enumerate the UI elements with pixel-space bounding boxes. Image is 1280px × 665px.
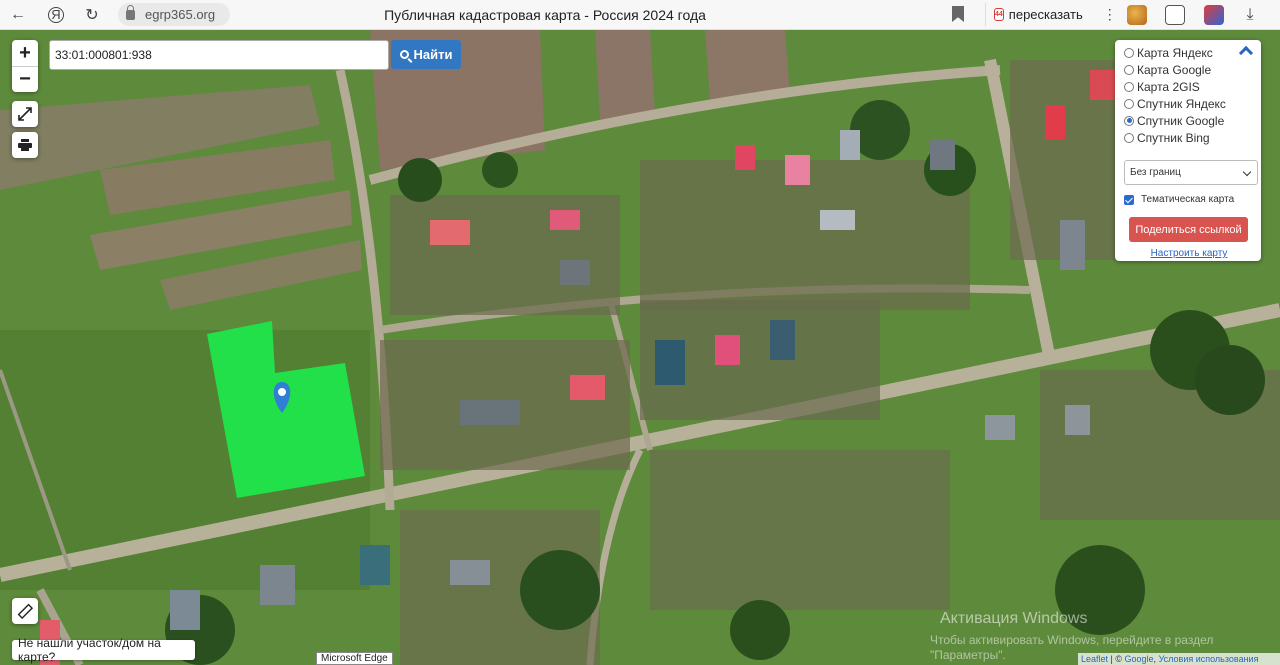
layer-option[interactable]: Спутник Bing bbox=[1124, 129, 1261, 146]
print-button[interactable] bbox=[12, 132, 38, 158]
map-attribution: Leaflet | © Google, Условия использовани… bbox=[1078, 653, 1280, 665]
measure-button[interactable] bbox=[12, 598, 38, 624]
configure-map-link[interactable]: Настроить карту bbox=[1124, 248, 1254, 259]
radio-button[interactable] bbox=[1124, 64, 1134, 75]
fullscreen-button[interactable] bbox=[12, 101, 38, 127]
retell-label: пересказать bbox=[1008, 7, 1083, 22]
thematic-checkbox[interactable] bbox=[1124, 194, 1134, 205]
thematic-label: Тематическая карта bbox=[1141, 194, 1235, 205]
printer-icon bbox=[18, 139, 32, 151]
search-button[interactable]: Найти bbox=[391, 40, 461, 69]
vpn-icon[interactable] bbox=[1204, 5, 1224, 25]
edge-tooltip: Microsoft Edge bbox=[316, 652, 393, 665]
layer-option[interactable]: Спутник Google bbox=[1124, 112, 1261, 129]
more-icon[interactable]: ⋮ bbox=[1103, 6, 1117, 23]
map-area[interactable]: Активация Windows Чтобы активировать Win… bbox=[0, 30, 1280, 665]
layers-panel: Карта Яндекс Карта Google Карта 2GIS Спу… bbox=[1115, 40, 1261, 261]
download-icon[interactable]: ⤓ bbox=[1238, 2, 1262, 28]
cadastral-search-input[interactable] bbox=[49, 40, 389, 70]
radio-button[interactable] bbox=[1124, 47, 1134, 58]
search-button-label: Найти bbox=[413, 47, 453, 62]
share-link-button[interactable]: Поделиться ссылкой bbox=[1129, 217, 1248, 242]
extension-icon[interactable] bbox=[1127, 5, 1147, 25]
layer-label: Карта Google bbox=[1137, 62, 1212, 77]
layer-label: Спутник Яндекс bbox=[1137, 96, 1226, 111]
layer-label: Карта 2GIS bbox=[1137, 79, 1200, 94]
radio-button-selected[interactable] bbox=[1124, 115, 1134, 126]
borders-select[interactable]: Без границ bbox=[1124, 160, 1258, 185]
zoom-control: + − bbox=[12, 40, 38, 92]
page-title: Публичная кадастровая карта - Россия 202… bbox=[384, 7, 706, 23]
zoom-in-button[interactable]: + bbox=[12, 40, 38, 66]
not-found-button[interactable]: Не нашли участок/дом на карте? bbox=[12, 636, 195, 664]
layer-option[interactable]: Спутник Яндекс bbox=[1124, 95, 1261, 112]
expand-icon bbox=[18, 107, 32, 121]
thematic-map-toggle[interactable]: Тематическая карта bbox=[1124, 192, 1261, 207]
layer-label: Карта Яндекс bbox=[1137, 45, 1213, 60]
layer-option[interactable]: Карта 2GIS bbox=[1124, 78, 1261, 95]
retell-button[interactable]: 44 пересказать ⋮ bbox=[985, 3, 1117, 26]
windows-activation-title: Активация Windows bbox=[940, 610, 1088, 627]
google-link[interactable]: Google bbox=[1125, 654, 1154, 664]
layer-option[interactable]: Карта Google bbox=[1124, 61, 1261, 78]
terms-link[interactable]: Условия использования bbox=[1159, 654, 1259, 664]
radio-button[interactable] bbox=[1124, 98, 1134, 109]
satellite-imagery bbox=[0, 30, 1280, 665]
ruler-icon bbox=[17, 603, 33, 619]
collections-icon[interactable] bbox=[1165, 5, 1185, 25]
zoom-out-button[interactable]: − bbox=[12, 66, 38, 92]
layer-label: Спутник Bing bbox=[1137, 130, 1210, 145]
search-icon bbox=[399, 50, 409, 59]
layer-label: Спутник Google bbox=[1137, 113, 1225, 128]
radio-button[interactable] bbox=[1124, 81, 1134, 92]
retell-badge: 44 bbox=[994, 8, 1004, 21]
leaflet-link[interactable]: Leaflet bbox=[1081, 654, 1108, 664]
radio-button[interactable] bbox=[1124, 132, 1134, 143]
attribution-separator: | © bbox=[1108, 654, 1125, 664]
